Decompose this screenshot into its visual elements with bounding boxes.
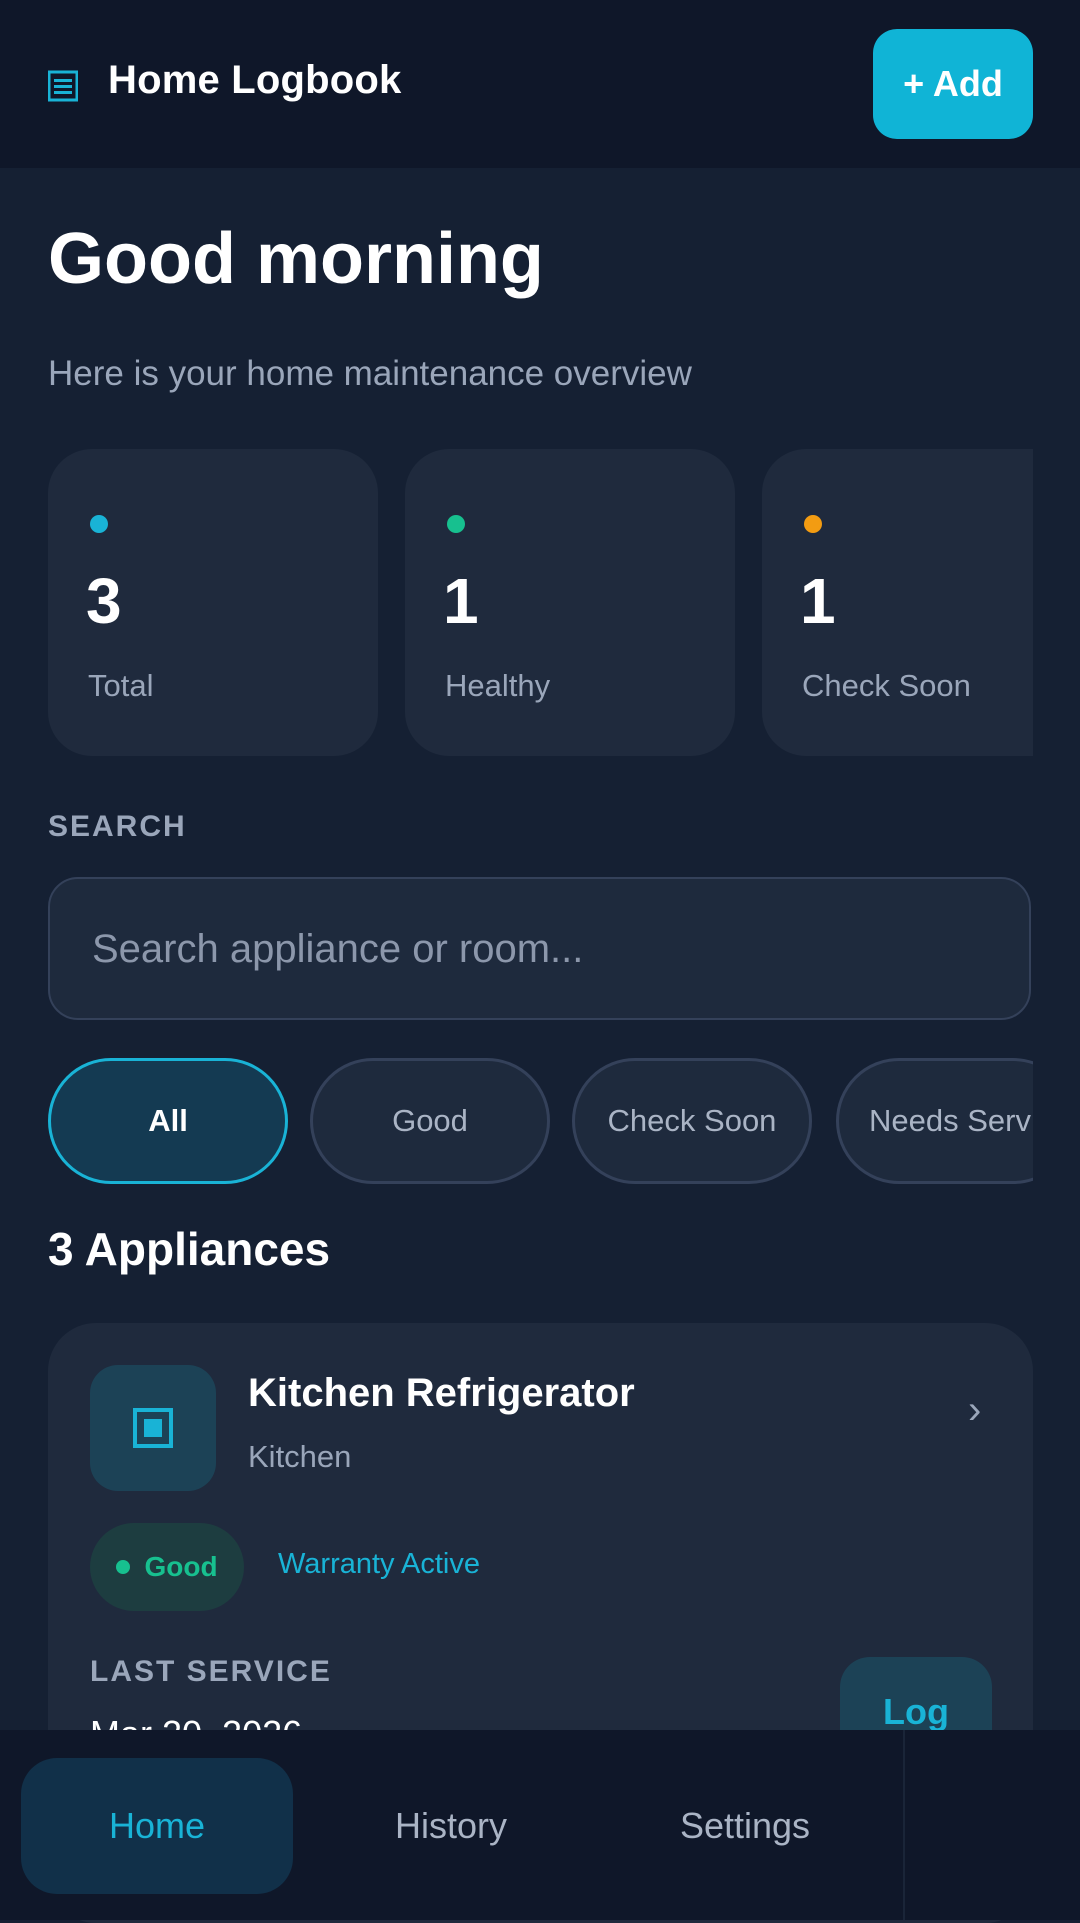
- stat-label: Healthy: [445, 668, 551, 703]
- nav-settings[interactable]: Settings: [609, 1758, 881, 1894]
- stat-label: Total: [88, 668, 154, 703]
- appliance-room: Kitchen: [248, 1439, 352, 1474]
- filter-chips: All Good Check Soon Needs Servi: [48, 1058, 1033, 1184]
- add-button[interactable]: + Add: [873, 29, 1033, 139]
- status-dot-icon: [116, 1560, 131, 1574]
- filter-chip-good[interactable]: Good: [310, 1058, 550, 1184]
- filter-chip-needs-service[interactable]: Needs Servi: [836, 1058, 1033, 1184]
- stat-card-check-soon[interactable]: 1 Check Soon: [762, 449, 1033, 756]
- search-box: [48, 877, 1031, 1020]
- top-bar: Home Logbook + Add: [0, 0, 1080, 168]
- nav-home[interactable]: Home: [21, 1758, 293, 1894]
- filter-chip-check-soon[interactable]: Check Soon: [572, 1058, 812, 1184]
- stat-card-total[interactable]: 3 Total: [48, 449, 378, 756]
- stats-row: 3 Total 1 Healthy 1 Check Soon: [48, 449, 1033, 756]
- search-label: SEARCH: [48, 810, 187, 843]
- search-input[interactable]: [90, 879, 994, 1020]
- nav-history[interactable]: History: [315, 1758, 587, 1894]
- status-dot-icon: [447, 515, 465, 533]
- greeting-title: Good morning: [48, 219, 544, 299]
- stat-value: 1: [800, 565, 836, 637]
- stat-label: Check Soon: [802, 668, 971, 703]
- nav-divider: [903, 1730, 905, 1920]
- stat-card-healthy[interactable]: 1 Healthy: [405, 449, 735, 756]
- status-dot-icon: [804, 515, 822, 533]
- greeting-subtitle: Here is your home maintenance overview: [48, 354, 692, 393]
- last-service-label: LAST SERVICE: [90, 1655, 332, 1688]
- stat-value: 3: [86, 565, 122, 637]
- appliance-count: 3 Appliances: [48, 1223, 331, 1275]
- status-badge: Good: [90, 1523, 244, 1611]
- status-dot-icon: [90, 515, 108, 533]
- refrigerator-icon: [90, 1365, 216, 1491]
- app-title: Home Logbook: [108, 58, 402, 102]
- stat-value: 1: [443, 565, 479, 637]
- list-icon: [48, 70, 78, 102]
- filter-chip-all[interactable]: All: [48, 1058, 288, 1184]
- chevron-right-icon[interactable]: ›: [968, 1388, 981, 1433]
- bottom-nav: Home History Settings: [0, 1730, 1080, 1920]
- appliance-name: Kitchen Refrigerator: [248, 1371, 635, 1415]
- warranty-status: Warranty Active: [278, 1548, 480, 1580]
- status-text: Good: [144, 1551, 218, 1582]
